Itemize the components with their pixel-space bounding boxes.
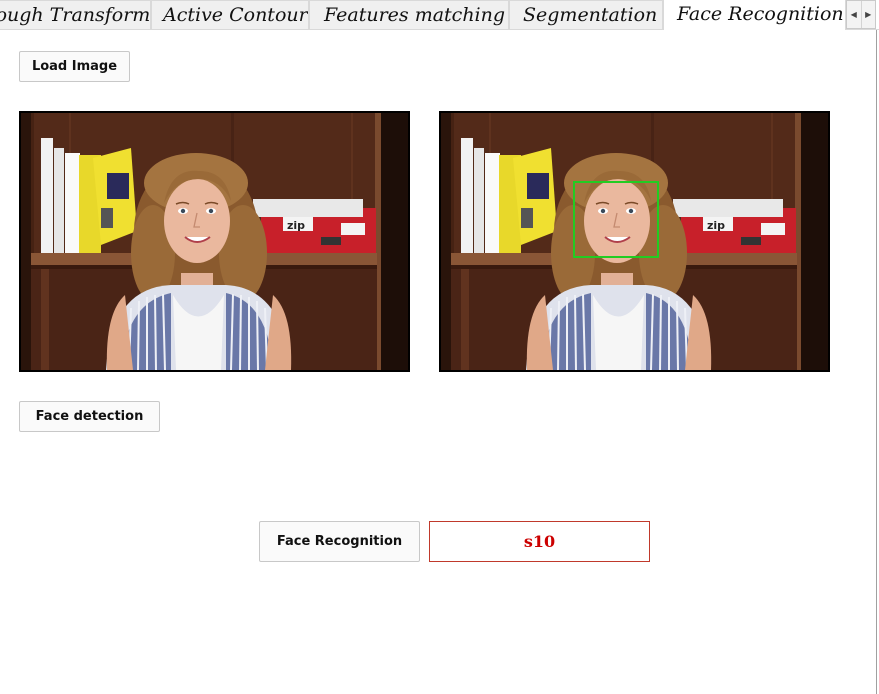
panel-border [876, 30, 877, 694]
face-detection-button[interactable]: Face detection [19, 401, 160, 432]
tab-label: Face Recognition [677, 3, 844, 25]
scroll-left-icon[interactable]: ◀ [847, 1, 861, 28]
tab-bar: Hough Transform Active Contour Features … [0, 0, 879, 30]
tab-scroll-buttons: ◀ ▶ [846, 0, 876, 29]
tab-hough-transform[interactable]: Hough Transform [0, 0, 151, 29]
tab-label: Hough Transform [0, 4, 151, 26]
input-photo [21, 113, 408, 370]
scroll-right-icon[interactable]: ▶ [860, 1, 876, 28]
tab-label: Features matching [324, 4, 506, 26]
recognition-result-value: s10 [523, 532, 556, 551]
output-photo [441, 113, 828, 370]
load-image-button[interactable]: Load Image [19, 51, 130, 82]
recognition-result-field: s10 [429, 521, 650, 562]
input-image [19, 111, 410, 372]
face-recognition-button[interactable]: Face Recognition [259, 521, 420, 562]
tab-segmentation[interactable]: Segmentation [509, 0, 663, 29]
tab-face-recognition[interactable]: Face Recognition [663, 0, 846, 30]
output-image [439, 111, 830, 372]
tab-label: Segmentation [523, 4, 658, 26]
tab-features-matching[interactable]: Features matching [309, 0, 509, 29]
tab-label: Active Contour [163, 4, 308, 26]
tab-active-contour[interactable]: Active Contour [151, 0, 309, 29]
